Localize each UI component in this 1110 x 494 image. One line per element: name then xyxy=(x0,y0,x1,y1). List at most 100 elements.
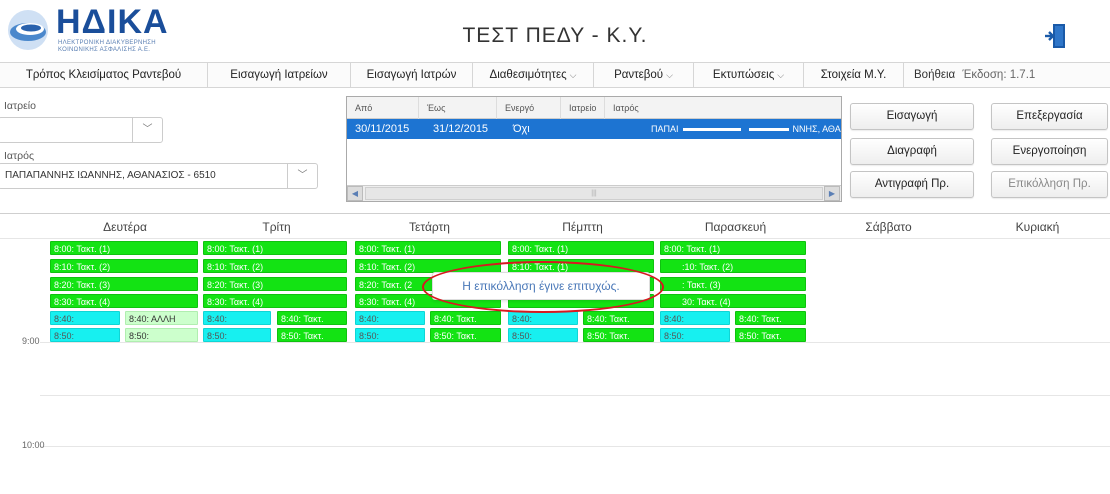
appointment-slot[interactable]: 8:00: Τακτ. (1) xyxy=(203,241,347,255)
scroll-right-arrow-icon[interactable]: ▶ xyxy=(824,186,840,201)
nav-insert-doctors[interactable]: Εισαγωγή Ιατρών xyxy=(351,63,473,87)
appointment-slot[interactable]: 8:40: xyxy=(203,311,271,325)
appointment-slot[interactable]: 8:10: Τακτ. (1) xyxy=(508,259,654,273)
appointment-slot[interactable]: 8:40: Τακτ. xyxy=(583,311,654,325)
hour-line xyxy=(40,342,1110,343)
appointment-slot[interactable]: 8:50: Τακτ. xyxy=(430,328,501,342)
horizontal-scrollbar[interactable]: ◀ ||| ▶ xyxy=(347,185,841,201)
time-label-10: 10:00 xyxy=(22,440,45,450)
success-toast: Η επικόλληση έγινε επιτυχώς. xyxy=(432,272,650,300)
day-header-thursday: Πέμπτη xyxy=(562,220,603,234)
col-header-to[interactable]: Έως xyxy=(419,97,497,119)
appointment-slot[interactable]: 8:00: Τακτ. (1) xyxy=(355,241,501,255)
appointment-slot[interactable]: 8:50: xyxy=(508,328,578,342)
redaction-bar xyxy=(682,128,741,132)
appointment-slot[interactable]: :10: Τακτ. (2) xyxy=(660,259,806,273)
col-header-from[interactable]: Από xyxy=(347,97,419,119)
appointment-slot[interactable]: 8:50: xyxy=(203,328,271,342)
nav-label: Τρόπος Κλεισίματος Ραντεβού xyxy=(25,69,182,81)
office-select[interactable]: ﹀ xyxy=(0,117,163,143)
doctor-select[interactable]: ΠΑΠΑΠΑΝΝΗΣ ΙΩΑΝΝΗΣ, ΑΘΑΝΑΣΙΟΣ - 6510 ﹀ xyxy=(0,163,318,189)
redaction-bar xyxy=(748,128,789,132)
nav-insert-offices[interactable]: Εισαγωγή Ιατρείων xyxy=(208,63,351,87)
copy-program-button[interactable]: Αντιγραφή Πρ. xyxy=(850,171,974,198)
appointment-slot[interactable]: 8:10: Τακτ. (2) xyxy=(50,259,198,273)
logo-subtitle-line2: ΚΟΙΝΩΝΙΚΗΣ ΑΣΦΑΛΙΣΗΣ Α.Ε. xyxy=(58,47,151,53)
cell-active: Όχι xyxy=(513,123,530,135)
appointment-slot[interactable]: 8:00: Τακτ. (1) xyxy=(660,241,806,255)
nav-appointment-closing-mode[interactable]: Τρόπος Κλεισίματος Ραντεβού xyxy=(0,63,208,87)
calendar-week-header: Δευτέρα Τρίτη Τετάρτη Πέμπτη Παρασκευή Σ… xyxy=(40,216,1110,238)
nav-unit-info[interactable]: Στοιχεία Μ.Υ. xyxy=(804,63,904,87)
calendar-header-divider xyxy=(0,238,1110,239)
scroll-left-arrow-icon[interactable]: ◀ xyxy=(347,186,363,201)
appointment-slot[interactable]: : Τακτ. (3) xyxy=(660,277,806,291)
day-header-sunday: Κυριακή xyxy=(1015,220,1060,234)
appointment-slot[interactable]: 8:10: Τακτ. (2) xyxy=(203,259,347,273)
nav-printouts-menu[interactable]: Εκτυπώσεις ⌵ xyxy=(694,63,804,87)
chevron-down-icon: ﹀ xyxy=(132,118,162,142)
col-header-doctor[interactable]: Ιατρός xyxy=(605,97,841,119)
cell-to: 31/12/2015 xyxy=(433,123,489,135)
nav-appointments-menu[interactable]: Ραντεβού ⌵ xyxy=(594,63,694,87)
doctor-name-end: ΝΝΗΣ, ΑΘΑΙ xyxy=(792,124,841,134)
chevron-down-icon: ⌵ xyxy=(666,70,673,80)
cell-from: 30/11/2015 xyxy=(355,123,410,135)
appointment-slot[interactable]: 8:20: Τακτ. (3) xyxy=(203,277,347,291)
appointment-slot[interactable]: 8:40: xyxy=(660,311,730,325)
appointment-slot[interactable]: 8:50: xyxy=(50,328,120,342)
chevron-down-icon: ⌵ xyxy=(777,70,785,80)
appointment-slot[interactable]: 8:10: Τακτ. (2) xyxy=(355,259,501,273)
col-header-active[interactable]: Ενεργό xyxy=(497,97,561,119)
appointment-slot[interactable]: 8:40: Τακτ. xyxy=(430,311,501,325)
chevron-down-icon: ⌵ xyxy=(569,70,577,80)
nav-help-link[interactable]: Βοήθεια xyxy=(914,69,955,81)
doctor-select-value: ΠΑΠΑΠΑΝΝΗΣ ΙΩΑΝΝΗΣ, ΑΘΑΝΑΣΙΟΣ - 6510 xyxy=(5,170,216,181)
logout-door-icon[interactable] xyxy=(1044,23,1066,49)
availability-grid: Από Έως Ενεργό Ιατρείο Ιατρός 30/11/2015… xyxy=(346,96,842,202)
nav-label: Εκτυπώσεις xyxy=(712,69,775,81)
app-title: ΤΕΣΤ ΠΕΔΥ - Κ.Υ. xyxy=(462,24,648,47)
doctor-name-start: ΠΑΠΑΙ xyxy=(651,124,679,134)
appointment-slot[interactable]: 8:50: Τακτ. xyxy=(735,328,806,342)
chevron-down-icon: ﹀ xyxy=(287,164,317,188)
appointment-slot[interactable]: 8:50: Τακτ. xyxy=(583,328,654,342)
appointment-slot[interactable]: 8:50: Τακτ. xyxy=(277,328,347,342)
delete-button[interactable]: Διαγραφή xyxy=(850,138,974,165)
appointment-slot[interactable]: 8:40: xyxy=(508,311,578,325)
calendar-top-border xyxy=(0,213,1110,214)
appointment-slot[interactable]: 8:00: Τακτ. (1) xyxy=(50,241,198,255)
edit-button[interactable]: Επεξεργασία xyxy=(991,103,1108,130)
activate-button[interactable]: Ενεργοποίηση xyxy=(991,138,1108,165)
nav-availability-menu[interactable]: Διαθεσιμότητες ⌵ xyxy=(473,63,594,87)
day-header-monday: Δευτέρα xyxy=(103,220,147,234)
appointment-slot[interactable]: 8:30: Τακτ. (4) xyxy=(50,294,198,308)
table-row[interactable]: 30/11/2015 31/12/2015 Όχι ΠΑΠΑΙ ΝΝΗΣ, ΑΘΑ… xyxy=(347,119,841,139)
nav-help-area: Βοήθεια Έκδοση: 1.7.1 xyxy=(904,63,1035,87)
time-label-9: 9:00 xyxy=(22,336,40,346)
appointment-slot[interactable]: 8:40: Τακτ. xyxy=(277,311,347,325)
col-header-office[interactable]: Ιατρείο xyxy=(561,97,605,119)
cell-doctor: ΠΑΠΑΙ ΝΝΗΣ, ΑΘΑΙ xyxy=(643,119,841,139)
version-label: Έκδοση: 1.7.1 xyxy=(962,69,1036,81)
paste-program-button: Επικόλληση Πρ. xyxy=(991,171,1108,198)
slot-label: :10: Τακτ. (2) xyxy=(682,262,734,272)
appointment-slot[interactable]: 8:50: xyxy=(660,328,730,342)
scrollbar-thumb[interactable]: ||| xyxy=(365,187,823,200)
nav-label: Διαθεσιμότητες xyxy=(489,69,567,81)
appointment-slot[interactable]: 8:40: Τακτ. xyxy=(735,311,806,325)
appointment-slot[interactable]: 30: Τακτ. (4) xyxy=(660,294,806,308)
appointment-slot[interactable]: 8:00: Τακτ. (1) xyxy=(508,241,654,255)
day-header-friday: Παρασκευή xyxy=(704,220,767,234)
appointment-slot[interactable]: 8:30: Τακτ. (4) xyxy=(203,294,347,308)
appointment-slot[interactable]: 8:40: xyxy=(50,311,120,325)
appointment-slot[interactable]: 8:40: ΑΛΛΗ xyxy=(125,311,198,325)
appointment-slot[interactable]: 8:50: xyxy=(125,328,198,342)
appointment-slot[interactable]: 8:40: xyxy=(355,311,425,325)
appointment-slot[interactable]: 8:20: Τακτ. (3) xyxy=(50,277,198,291)
nav-label: Στοιχεία Μ.Υ. xyxy=(820,69,887,81)
nav-label: Ραντεβού xyxy=(614,69,664,81)
insert-button[interactable]: Εισαγωγή xyxy=(850,103,974,130)
day-header-saturday: Σάββατο xyxy=(865,220,912,234)
appointment-slot[interactable]: 8:50: xyxy=(355,328,425,342)
